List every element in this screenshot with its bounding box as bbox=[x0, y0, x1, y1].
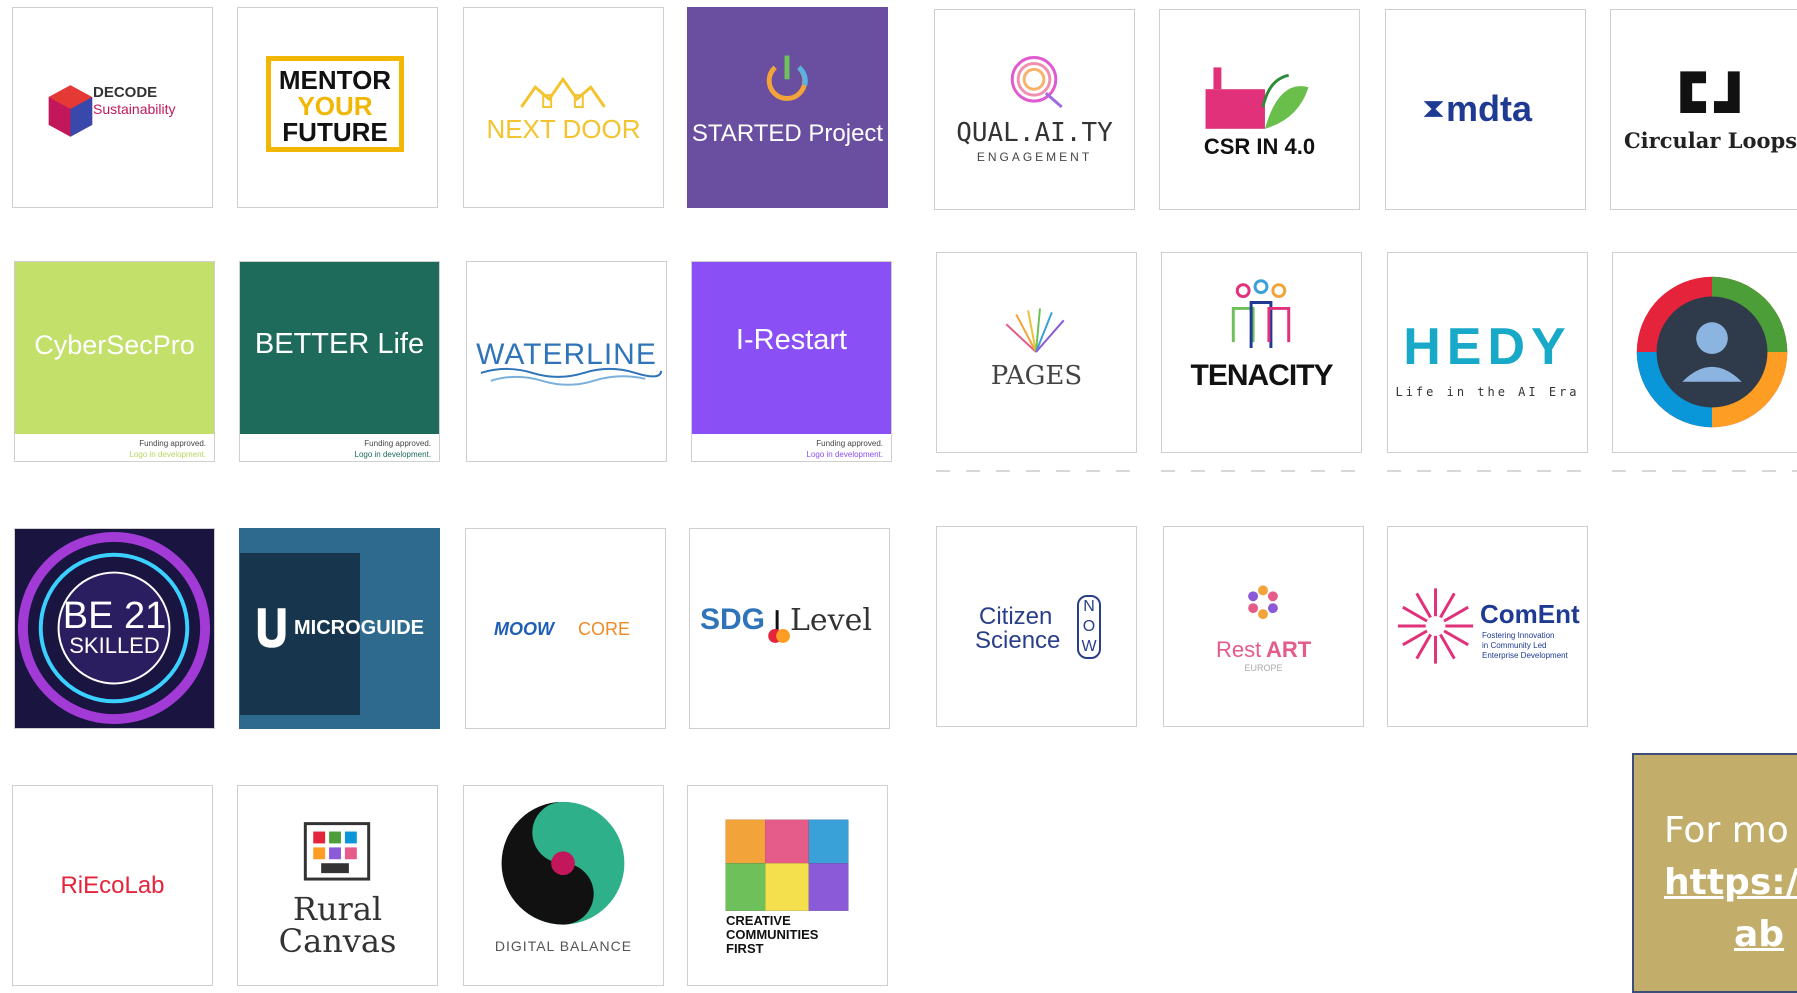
irestart-note-dev: Logo in development. bbox=[806, 450, 884, 459]
logo-digital-balance[interactable]: DIGITAL BALANCE bbox=[463, 785, 664, 986]
started-label: STARTED Project bbox=[691, 120, 884, 147]
logo-better-life[interactable]: BETTER Life Funding approved. Logo in de… bbox=[239, 261, 440, 462]
cybersec-label: CyberSecPro bbox=[34, 330, 195, 360]
hedy-sub: Life in the AI Era bbox=[1395, 385, 1580, 399]
irestart-note-approved: Funding approved. bbox=[816, 439, 883, 448]
coment-sub2: in Community Led bbox=[1482, 641, 1547, 650]
mdta-label: mdta bbox=[1446, 88, 1533, 129]
logo-mdta[interactable]: mdta bbox=[1385, 9, 1586, 210]
info-line3[interactable]: ab bbox=[1664, 909, 1797, 961]
coment-label: ComEnt bbox=[1480, 599, 1580, 629]
be21-line1: BE 21 bbox=[62, 595, 167, 637]
logo-tenacity[interactable]: TENACITY bbox=[1161, 252, 1362, 453]
ccf-collage-icon bbox=[725, 819, 849, 911]
rooftops-icon bbox=[520, 76, 606, 108]
logo-quality-engagement[interactable]: QUAL.AI.TY ENGAGEMENT bbox=[934, 9, 1135, 210]
pages-label: PAGES bbox=[990, 361, 1083, 391]
sdg-wheel-icon bbox=[1636, 276, 1788, 428]
creative-line3: FIRST bbox=[726, 941, 764, 956]
citizen-line2: Science bbox=[975, 627, 1061, 654]
restart-flower-icon bbox=[1248, 585, 1278, 620]
logo-csr-in-4-0[interactable]: CSR IN 4.0 bbox=[1159, 9, 1360, 210]
hedy-label: HEDY bbox=[1403, 318, 1572, 376]
mentor-line2: YOUR bbox=[297, 91, 373, 121]
cj-loop-icon bbox=[1680, 71, 1740, 113]
tenacity-label: TENACITY bbox=[1190, 359, 1334, 392]
irestart-label: I-Restart bbox=[735, 324, 848, 356]
pages-rays-icon bbox=[1005, 308, 1065, 353]
quality-swirl-icon bbox=[1010, 56, 1063, 109]
logo-sdg-wheel[interactable] bbox=[1612, 252, 1797, 453]
mentor-frame: MENTOR YOUR FUTURE bbox=[266, 56, 404, 152]
csr-label: CSR IN 4.0 bbox=[1203, 134, 1316, 159]
rural-line2: Canvas bbox=[278, 922, 397, 960]
logo-rural-canvas[interactable]: Rural Canvas bbox=[237, 785, 438, 986]
mentor-line1: MENTOR bbox=[278, 65, 392, 95]
creative-line1: CREATIVE bbox=[726, 913, 791, 928]
yin-yang-icon bbox=[501, 801, 625, 925]
logo-restart-europe[interactable]: Rest ART EUROPE bbox=[1163, 526, 1364, 727]
riecolab-label: RiEcoLab bbox=[60, 872, 165, 899]
power-icon bbox=[766, 55, 808, 101]
wave-icon bbox=[480, 367, 663, 386]
logo-mentor-your-future[interactable]: MENTOR YOUR FUTURE bbox=[237, 7, 438, 208]
digital-balance-label: DIGITAL BALANCE bbox=[494, 938, 633, 954]
better-note-approved: Funding approved. bbox=[364, 439, 431, 448]
be21-line2: SKILLED bbox=[69, 633, 160, 658]
microguide-label: MICROGUIDE bbox=[294, 617, 424, 639]
faint-caption-1 bbox=[936, 470, 1137, 472]
coment-sub3: Enterprise Development bbox=[1482, 651, 1568, 660]
restart-rest: Rest bbox=[1216, 637, 1262, 662]
citizen-now: NOW bbox=[1077, 595, 1101, 659]
info-line1: For mo bbox=[1664, 810, 1789, 851]
cybersec-note-dev: Logo in development. bbox=[129, 450, 207, 459]
mentor-line3: FUTURE bbox=[282, 117, 388, 147]
better-label: BETTER Life bbox=[254, 328, 425, 360]
faint-caption-3 bbox=[1387, 470, 1588, 472]
logo-riecolab[interactable]: RiEcoLab bbox=[12, 785, 213, 986]
faint-caption-2 bbox=[1161, 470, 1362, 472]
logo-hedy[interactable]: HEDY Life in the AI Era bbox=[1387, 252, 1588, 453]
decode-subtitle: Sustainability bbox=[93, 101, 176, 117]
logo-pages[interactable]: PAGES bbox=[936, 252, 1137, 453]
logo-cybersecpro[interactable]: CyberSecPro Funding approved. Logo in de… bbox=[14, 261, 215, 462]
restart-art: ART bbox=[1266, 637, 1312, 662]
factory-leaf-icon bbox=[1205, 67, 1309, 129]
logo-citizen-science-now[interactable]: Citizen Science NOW bbox=[936, 526, 1137, 727]
creative-line2: COMMUNITIES bbox=[726, 927, 819, 942]
info-box: For mo https:/ ab bbox=[1632, 753, 1797, 993]
better-note-dev: Logo in development. bbox=[354, 450, 432, 459]
logo-decode-sustainability[interactable]: DECODE Sustainability bbox=[12, 7, 213, 208]
logo-next-door[interactable]: NEXT DOOR bbox=[463, 7, 664, 208]
people-group-icon bbox=[1231, 279, 1291, 349]
info-link[interactable]: https:/ bbox=[1664, 857, 1797, 909]
logo-coment[interactable]: ComEnt Fostering Innovation in Community… bbox=[1387, 526, 1588, 727]
logo-moow-core[interactable]: MOOW CORE bbox=[465, 528, 666, 729]
coment-sub1: Fostering Innovation bbox=[1482, 631, 1555, 640]
logo-circular-loops[interactable]: Circular Loops bbox=[1610, 9, 1797, 210]
logo-be21-skilled[interactable]: BE 21 SKILLED bbox=[14, 528, 215, 729]
quality-label: QUAL.AI.TY bbox=[956, 118, 1113, 148]
logo-sdg-level[interactable]: SDG Level bbox=[689, 528, 890, 729]
level-label: Level bbox=[790, 603, 872, 638]
logo-i-restart[interactable]: I-Restart Funding approved. Logo in deve… bbox=[691, 261, 892, 462]
logo-microguide[interactable]: MICROGUIDE bbox=[239, 528, 440, 729]
circular-label: Circular Loops bbox=[1623, 128, 1797, 153]
core-label: CORE bbox=[578, 619, 631, 639]
logo-started-project[interactable]: STARTED Project bbox=[687, 7, 888, 208]
logo-waterline[interactable]: WATERLINE bbox=[466, 261, 667, 462]
logo-creative-communities-first[interactable]: CREATIVE COMMUNITIES FIRST bbox=[687, 785, 888, 986]
quality-sub: ENGAGEMENT bbox=[976, 150, 1093, 164]
cybersec-note-approved: Funding approved. bbox=[139, 439, 206, 448]
next-door-label: NEXT DOOR bbox=[486, 114, 641, 144]
faint-caption-4 bbox=[1612, 470, 1797, 472]
restart-sub: EUROPE bbox=[1244, 663, 1283, 673]
decode-title: DECODE bbox=[93, 84, 158, 101]
moow-label: MOOW bbox=[494, 619, 554, 639]
